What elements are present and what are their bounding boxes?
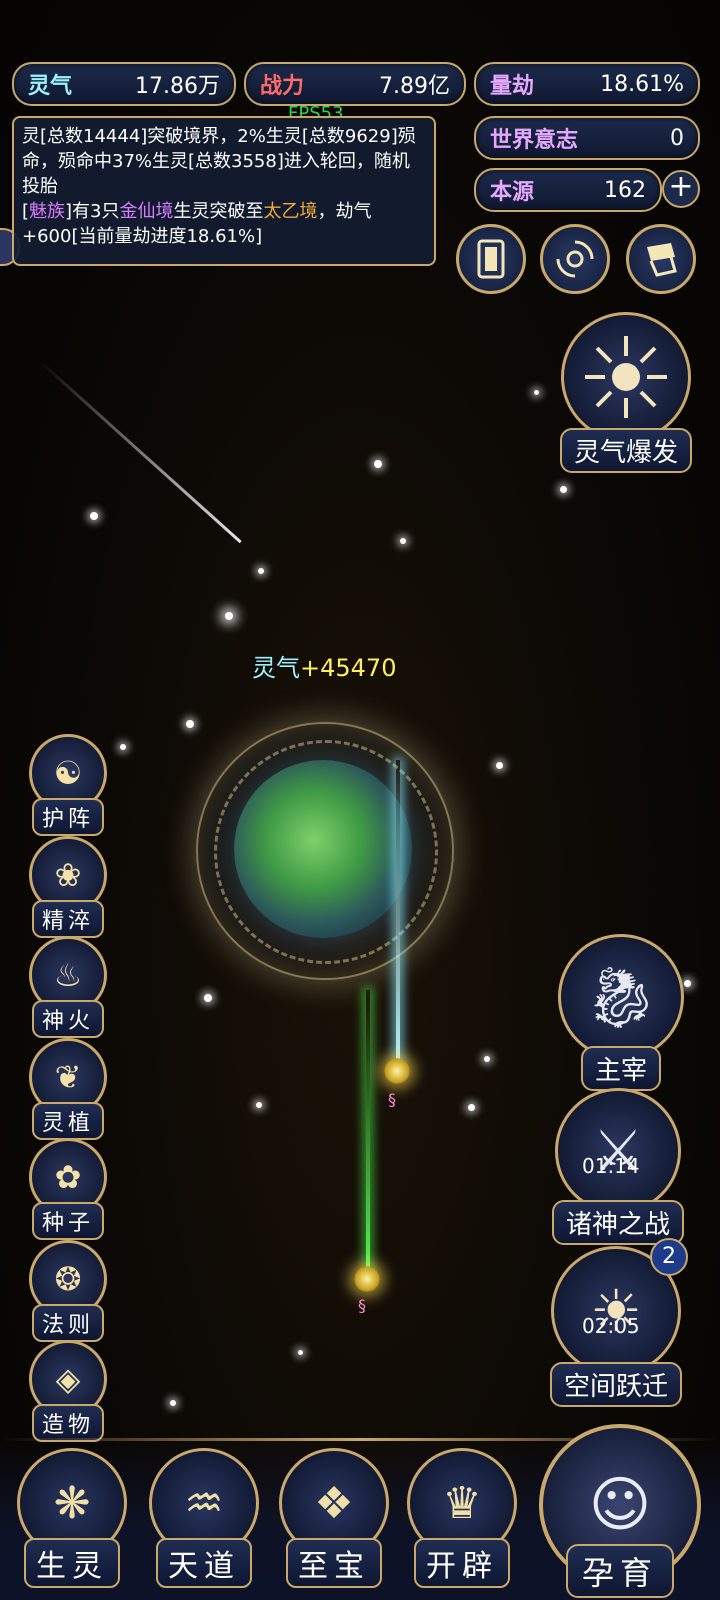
ascending-creature (354, 1266, 380, 1292)
vortex-icon (556, 240, 594, 278)
space-warp-timer: 02:05 (582, 1314, 640, 1338)
creature-glyph: § (358, 1296, 366, 1315)
flag-icon (647, 243, 677, 277)
world-planet[interactable] (234, 760, 412, 938)
vortex-button[interactable] (540, 224, 610, 294)
star (400, 538, 406, 544)
meteor-trail (38, 360, 242, 544)
master-button[interactable]: 🐉︎ 主宰 (558, 934, 684, 1091)
star (534, 390, 539, 395)
menu-spirit-plant[interactable]: ❦ 灵植 (26, 1038, 110, 1140)
world-will-label: 世界意志 (490, 128, 579, 153)
lingqi-value: 17.86万 (135, 74, 220, 99)
nav-heavenly-dao[interactable]: ♒ 天道 (146, 1448, 262, 1588)
sun-burst-icon (561, 312, 691, 442)
world-will-value: 0 (670, 125, 684, 151)
cards-icon (477, 239, 505, 279)
sword-icon: ⚔ (555, 1088, 681, 1214)
benyuan-value: 162 (604, 177, 646, 203)
log-line: [魅族]有3只金仙境生灵突破至太乙境，劫气+600[当前量劫进度18.61%] (22, 201, 372, 247)
ascending-creature (384, 1058, 410, 1084)
realm-name: 金仙境 (119, 201, 174, 222)
star (560, 486, 567, 493)
menu-creation[interactable]: ◈ 造物 (26, 1340, 110, 1442)
menu-label: 护阵 (31, 798, 104, 836)
star (468, 1104, 475, 1111)
menu-label: 精淬 (31, 900, 104, 938)
star (496, 762, 503, 769)
star (298, 1350, 303, 1355)
star (484, 1056, 490, 1062)
race-name: 魅族 (29, 201, 66, 222)
world-will-stat[interactable]: 世界意志 0 (474, 116, 700, 160)
star (256, 1102, 262, 1108)
event-log: 灵[总数14444]突破境界，2%生灵[总数9629]殒命，殒命中37%生灵[总… (12, 116, 436, 266)
star (684, 980, 691, 987)
cards-button[interactable] (456, 224, 526, 294)
menu-label: 法则 (31, 1304, 104, 1342)
lingqi-gain-popup: 灵气+45470 (252, 654, 397, 682)
nav-label: 至宝 (286, 1538, 382, 1588)
nav-label: 开辟 (414, 1538, 510, 1588)
spirit-burst-button[interactable]: 灵气爆发 (560, 312, 693, 473)
dragon-icon: 🐉︎ (558, 934, 684, 1060)
menu-label: 种子 (31, 1202, 104, 1240)
realm-name: 太乙境 (263, 201, 318, 222)
zhanli-stat: 战力 7.89亿 (244, 62, 466, 106)
star (170, 1400, 176, 1406)
star (186, 720, 194, 728)
menu-label: 灵植 (31, 1102, 104, 1140)
lingqi-label: 灵气 (28, 74, 73, 99)
zhanli-value: 7.89亿 (379, 74, 450, 99)
menu-divine-fire[interactable]: ♨ 神火 (26, 936, 110, 1038)
liangjie-label: 量劫 (490, 74, 535, 99)
meteor-head (225, 612, 233, 620)
menu-label: 造物 (31, 1404, 104, 1442)
star (258, 568, 264, 574)
benyuan-stat[interactable]: 本源 162 (474, 168, 662, 212)
nav-creatures[interactable]: ❋ 生灵 (14, 1448, 130, 1588)
nurture-button[interactable]: ☺ 孕育 (538, 1424, 702, 1598)
creature-glyph: § (388, 1090, 396, 1109)
liangjie-value: 18.61% (600, 71, 684, 97)
benyuan-label: 本源 (490, 180, 535, 205)
spirit-burst-label: 灵气爆发 (560, 428, 693, 473)
menu-protect-array[interactable]: ☯ 护阵 (26, 734, 110, 836)
menu-label: 神火 (31, 1000, 104, 1038)
nav-genesis[interactable]: ♛ 开辟 (404, 1448, 520, 1588)
nav-label: 生灵 (24, 1538, 120, 1588)
lingqi-stat: 灵气 17.86万 (12, 62, 236, 106)
log-line: 灵[总数14444]突破境界，2%生灵[总数9629]殒命，殒命中37%生灵[总… (22, 126, 416, 197)
gods-war-timer: 01:14 (582, 1154, 640, 1178)
menu-seeds[interactable]: ✿ 种子 (26, 1138, 110, 1240)
liangjie-stat[interactable]: 量劫 18.61% (474, 62, 700, 106)
star (204, 994, 212, 1002)
notification-badge: 2 (650, 1238, 688, 1276)
star (120, 744, 126, 750)
ascension-beam (396, 760, 400, 1070)
flag-button[interactable] (626, 224, 696, 294)
space-warp-label: 空间跃迁 (550, 1362, 683, 1407)
star (90, 512, 98, 520)
ascension-beam (366, 990, 370, 1280)
plus-icon: + (668, 169, 694, 204)
nav-treasure[interactable]: ❖ 至宝 (276, 1448, 392, 1588)
star (374, 460, 382, 468)
menu-refine[interactable]: ❀ 精淬 (26, 836, 110, 938)
nurture-label: 孕育 (565, 1544, 674, 1598)
zhanli-label: 战力 (260, 74, 305, 99)
add-benyuan-button[interactable]: + (662, 170, 700, 208)
menu-laws[interactable]: ❂ 法则 (26, 1240, 110, 1342)
master-label: 主宰 (580, 1046, 661, 1091)
nav-label: 天道 (156, 1538, 252, 1588)
